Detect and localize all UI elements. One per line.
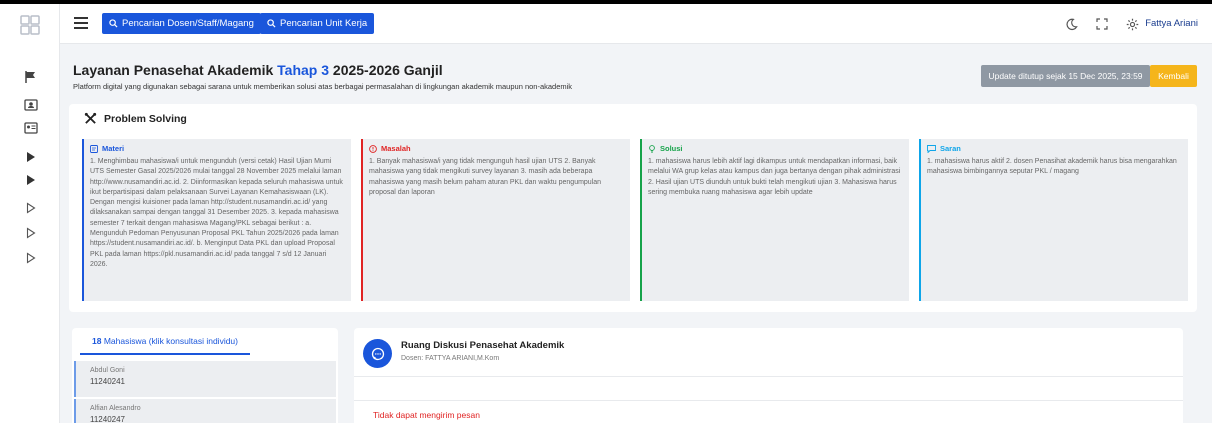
search-icon [109, 19, 118, 28]
masalah-column: Masalah 1. Banyak mahasiswa/i yang tidak… [361, 139, 630, 301]
app-logo-icon[interactable] [18, 14, 42, 38]
discussion-panel: Ruang Diskusi Penasehat Akademik Dosen: … [354, 328, 1183, 423]
play-icon[interactable] [22, 171, 40, 189]
search-icon [267, 19, 276, 28]
saran-text: 1. mahasiswa harus aktif 2. dosen Penasi… [927, 158, 1177, 176]
saran-label: Saran [940, 144, 961, 153]
problem-solving-card: Problem Solving Materi 1. Menghimbau mah… [69, 104, 1197, 312]
page-title: Layanan Penasehat Akademik Tahap 3 2025-… [73, 62, 443, 78]
chat-bubble-icon [371, 347, 384, 360]
solusi-text: 1. mahasiswa harus lebih aktif lagi dika… [648, 158, 901, 196]
search-staff-label: Pencarian Dosen/Staff/Magang [122, 18, 254, 29]
chat-icon [927, 144, 936, 153]
masalah-text: 1. Banyak mahasiswa/i yang tidak mengung… [369, 158, 602, 196]
top-header: Pencarian Dosen/Staff/Magang Pencarian U… [60, 4, 1212, 44]
saran-column: Saran 1. mahasiswa harus aktif 2. dosen … [919, 139, 1188, 301]
search-staff-button[interactable]: Pencarian Dosen/Staff/Magang [102, 13, 261, 34]
user-name[interactable]: Fattya Ariani [1145, 18, 1198, 29]
problem-solving-title: Problem Solving [84, 112, 187, 125]
materi-label: Materi [102, 144, 125, 153]
student-id: 11240241 [90, 377, 125, 386]
student-id: 11240247 [90, 415, 125, 423]
dark-mode-icon[interactable] [1063, 16, 1079, 32]
fullscreen-icon[interactable] [1094, 16, 1110, 32]
student-name: Abdul Goni [90, 367, 125, 374]
update-status-badge: Update ditutup sejak 15 Dec 2025, 23:59 [981, 65, 1150, 87]
student-name: Alfian Alesandro [90, 405, 141, 412]
student-item[interactable]: Alfian Alesandro 11240247 [74, 399, 336, 423]
materi-text: 1. Menghimbau mahasiswa/i untuk mengundu… [90, 158, 343, 268]
play-outline-icon[interactable] [22, 224, 40, 242]
discussion-lecturer: Dosen: FATTYA ARIANI,M.Kom [401, 355, 500, 362]
play-outline-icon[interactable] [22, 199, 40, 217]
solusi-column: Solusi 1. mahasiswa harus lebih aktif la… [640, 139, 909, 301]
students-panel: 18 Mahasiswa (klik konsultasi individu) … [72, 328, 338, 423]
page-subtitle: Platform digital yang digunakan sebagai … [73, 82, 573, 91]
students-count: 18 [91, 336, 102, 346]
search-unit-button[interactable]: Pencarian Unit Kerja [260, 13, 375, 34]
discussion-title: Ruang Diskusi Penasehat Akademik [401, 340, 565, 351]
flag-icon[interactable] [22, 68, 40, 86]
play-outline-icon[interactable] [22, 249, 40, 267]
back-button[interactable]: Kembali [1150, 65, 1197, 87]
alert-icon [369, 144, 377, 153]
sidebar [0, 4, 60, 423]
materi-column: Materi 1. Menghimbau mahasiswa/i untuk m… [82, 139, 351, 301]
menu-icon[interactable] [74, 17, 88, 29]
play-icon[interactable] [22, 148, 40, 166]
students-tab-label: Mahasiswa (klik konsultasi individu) [103, 336, 238, 346]
document-icon [90, 144, 98, 153]
lightbulb-icon [649, 144, 655, 153]
id-card-icon[interactable] [22, 96, 40, 114]
search-unit-label: Pencarian Unit Kerja [280, 18, 368, 29]
divider [354, 376, 1183, 377]
send-error-message: Tidak dapat mengirim pesan [373, 410, 480, 420]
chat-avatar [363, 339, 392, 368]
masalah-label: Masalah [381, 144, 411, 153]
divider [354, 400, 1183, 401]
gear-icon[interactable] [1124, 16, 1140, 32]
contact-card-icon[interactable] [22, 119, 40, 137]
solusi-label: Solusi [660, 144, 683, 153]
student-item[interactable]: Abdul Goni 11240241 [74, 361, 336, 397]
tab-students[interactable]: 18 Mahasiswa (klik konsultasi individu) [80, 336, 250, 355]
tools-icon [84, 112, 97, 124]
